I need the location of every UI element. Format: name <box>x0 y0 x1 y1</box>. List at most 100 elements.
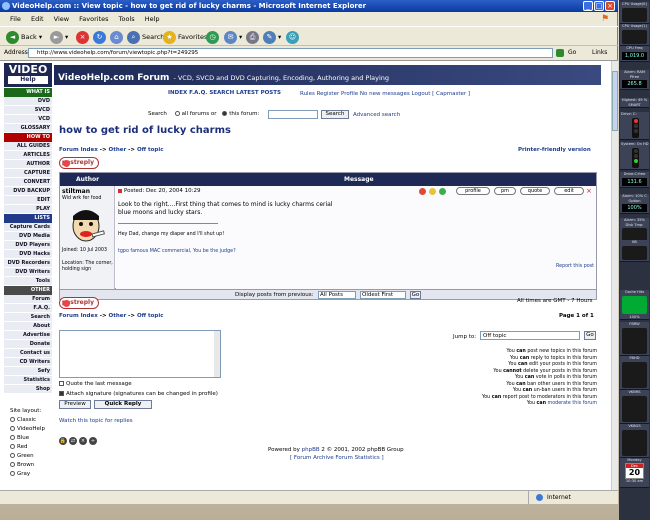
radio-this-forum[interactable] <box>222 111 228 116</box>
nav-item-shop[interactable]: Shop <box>4 385 52 394</box>
videohelp-logo[interactable]: VIDEO Help <box>4 63 52 87</box>
report-post-link[interactable]: Report this post <box>556 264 594 269</box>
topnav-index[interactable]: INDEX <box>168 90 187 96</box>
address-input[interactable]: http://www.videohelp.com/forum/viewtopic… <box>28 48 553 58</box>
nav-item-convert[interactable]: CONVERT <box>4 178 52 187</box>
menu-tools[interactable]: Tools <box>119 15 135 23</box>
printer-friendly-link[interactable]: Printer-friendly version <box>518 147 591 153</box>
pm-button[interactable]: pm <box>494 187 516 195</box>
quote-button[interactable]: quote <box>520 187 550 195</box>
move-icon[interactable]: ⇄ <box>69 436 77 445</box>
attach-signature-option[interactable]: Attach signature (signatures can be chan… <box>59 391 218 397</box>
nav-item-dvd-hacks[interactable]: DVD Hacks <box>4 250 52 259</box>
quote-checkbox[interactable] <box>59 381 64 386</box>
nav-item-capture-cards[interactable]: Capture Cards <box>4 223 52 232</box>
search-submit-button[interactable]: Search <box>321 110 349 119</box>
nav-item-donate[interactable]: Donate <box>4 340 52 349</box>
split-icon[interactable]: ÷ <box>89 436 97 445</box>
attach-checkbox[interactable] <box>59 391 64 396</box>
go-arrow-icon[interactable] <box>556 49 564 57</box>
go-button[interactable]: Go <box>568 46 576 60</box>
quick-reply-button[interactable]: Quick Reply <box>94 400 152 409</box>
profile-button[interactable]: profile <box>456 187 490 195</box>
nav-item-search[interactable]: Search <box>4 313 52 322</box>
nav-item-capture[interactable]: CAPTURE <box>4 169 52 178</box>
nav-item-all-guides[interactable]: ALL GUIDES <box>4 142 52 151</box>
delete-icon[interactable]: × <box>79 436 87 445</box>
maximize-button[interactable]: □ <box>594 1 604 11</box>
layout-option-red[interactable]: Red <box>10 443 58 452</box>
post-reply-button-top[interactable]: postreply <box>59 157 99 169</box>
lock-icon[interactable]: 🔒 <box>59 436 67 445</box>
edit-post-button[interactable]: edit <box>554 187 584 195</box>
layout-option-brown[interactable]: Brown <box>10 461 58 470</box>
jump-to-select[interactable]: Off topic <box>480 331 580 340</box>
nav-item-svcd[interactable]: SVCD <box>4 106 52 115</box>
link-register[interactable]: Register <box>317 91 340 97</box>
stop-button[interactable]: × <box>76 30 91 44</box>
nav-item-glossary[interactable]: GLOSSARY <box>4 124 52 133</box>
breadcrumb-off-topic[interactable]: Off topic <box>137 147 164 153</box>
nav-item-dvd-writers[interactable]: DVD Writers <box>4 268 52 277</box>
home-button[interactable]: ⌂ <box>110 30 125 44</box>
link-rules[interactable]: Rules <box>300 91 315 97</box>
link-logout[interactable]: Logout [ Capmaster ] <box>412 91 470 97</box>
nav-item-tools[interactable]: Tools <box>4 277 52 286</box>
delete-post-icon[interactable]: × <box>586 187 592 195</box>
layout-option-videohelp[interactable]: VideoHelp <box>10 425 58 434</box>
quick-reply-textarea[interactable] <box>59 330 221 378</box>
search-input[interactable] <box>268 110 318 119</box>
watch-topic-link[interactable]: Watch this topic for replies <box>59 418 133 424</box>
back-button[interactable]: ◄ Back ▾ <box>6 30 42 44</box>
nav-item-sefy[interactable]: Sefy <box>4 367 52 376</box>
nav-item-advertise[interactable]: Advertise <box>4 331 52 340</box>
search-button[interactable]: ⌕ Search <box>127 30 164 44</box>
layout-option-gray[interactable]: Gray <box>10 470 58 479</box>
link-no-new-messages[interactable]: No new messages <box>360 91 410 97</box>
nav-item-dvd-media[interactable]: DVD Media <box>4 232 52 241</box>
nav-item-play[interactable]: PLAY <box>4 205 52 214</box>
preview-button[interactable]: Preview <box>59 400 91 409</box>
post-reply-button-bottom[interactable]: postreply <box>59 297 99 309</box>
layout-option-blue[interactable]: Blue <box>10 434 58 443</box>
menu-view[interactable]: View <box>54 15 69 23</box>
nav-item-contact-us[interactable]: Contact us <box>4 349 52 358</box>
topnav-search[interactable]: SEARCH <box>209 90 234 96</box>
jump-go-button[interactable]: Go <box>584 331 596 340</box>
quote-last-option[interactable]: Quote the last message <box>59 381 132 387</box>
messenger-button[interactable]: ☺ <box>286 30 301 44</box>
nav-item-about[interactable]: About <box>4 322 52 331</box>
nav-item-forum[interactable]: Forum <box>4 295 52 304</box>
nav-item-author[interactable]: AUTHOR <box>4 160 52 169</box>
display-posts-select[interactable]: All Posts <box>318 291 356 299</box>
nav-item-edit[interactable]: EDIT <box>4 196 52 205</box>
nav-item-dvd-recorders[interactable]: DVD Recorders <box>4 259 52 268</box>
layout-option-classic[interactable]: Classic <box>10 416 58 425</box>
topnav-faq[interactable]: F.A.Q. <box>189 90 207 96</box>
display-go-button[interactable]: Go <box>410 291 421 299</box>
breadcrumb-other[interactable]: Other <box>109 147 127 153</box>
post-author-name[interactable]: stiltman <box>62 188 90 195</box>
menu-file[interactable]: File <box>10 15 21 23</box>
textarea-scrollbar[interactable] <box>214 331 220 377</box>
mail-button[interactable]: ✉ ▾ <box>224 30 242 44</box>
nav-item-dvd-players[interactable]: DVD Players <box>4 241 52 250</box>
edit-button[interactable]: ✎ ▾ <box>263 30 281 44</box>
menu-favorites[interactable]: Favorites <box>79 15 108 23</box>
signature-link[interactable]: tgpo famous MAC commercial, You be the j… <box>118 249 236 254</box>
history-button[interactable]: ◷ <box>206 30 221 44</box>
sort-order-select[interactable]: Oldest First <box>360 291 406 299</box>
page-scrollbar[interactable] <box>611 61 618 490</box>
refresh-button[interactable]: ↻ <box>93 30 108 44</box>
topnav-latest-posts[interactable]: LATEST POSTS <box>236 90 281 96</box>
radio-all-forums[interactable] <box>174 111 180 116</box>
scrollbar-thumb[interactable] <box>612 71 618 131</box>
favorites-button[interactable]: ★ Favorites <box>163 30 207 44</box>
topic-title[interactable]: how to get rid of lucky charms <box>59 125 231 136</box>
print-button[interactable]: ⎙ <box>246 30 261 44</box>
menu-edit[interactable]: Edit <box>31 15 44 23</box>
breadcrumb-forum-index[interactable]: Forum Index <box>59 147 98 153</box>
layout-option-green[interactable]: Green <box>10 452 58 461</box>
nav-item-faq[interactable]: F.A.Q. <box>4 304 52 313</box>
menu-help[interactable]: Help <box>145 15 160 23</box>
